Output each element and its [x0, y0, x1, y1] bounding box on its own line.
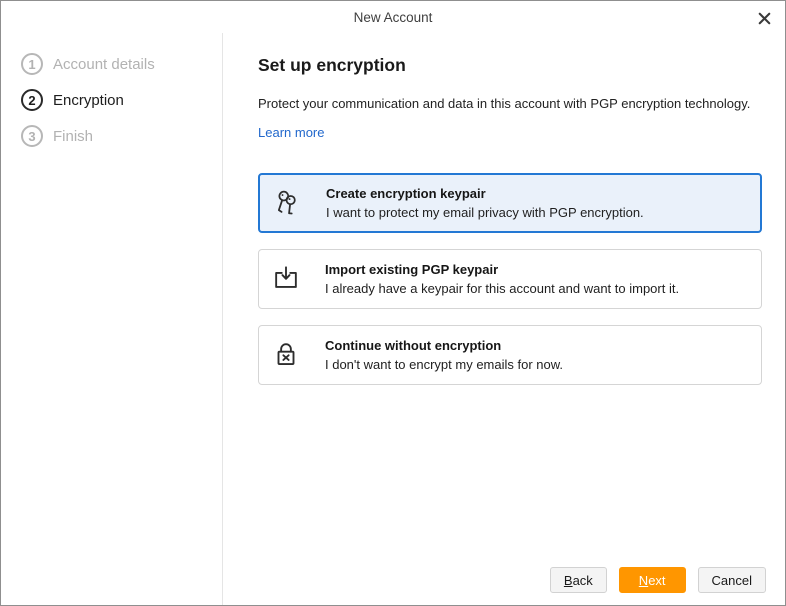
- step-number: 3: [21, 125, 43, 147]
- cancel-button-label: Cancel: [712, 573, 752, 588]
- option-subtitle: I want to protect my email privacy with …: [326, 205, 644, 221]
- step-account-details: 1 Account details: [1, 46, 222, 82]
- main-content: Set up encryption Protect your communica…: [223, 33, 785, 606]
- titlebar: New Account: [1, 1, 785, 33]
- option-title: Create encryption keypair: [326, 186, 644, 202]
- option-text: Create encryption keypair I want to prot…: [326, 186, 644, 221]
- step-number: 1: [21, 53, 43, 75]
- step-number: 2: [21, 89, 43, 111]
- back-button-label: Back: [564, 573, 593, 588]
- option-title: Import existing PGP keypair: [325, 262, 679, 278]
- step-encryption: 2 Encryption: [1, 82, 222, 118]
- option-subtitle: I don't want to encrypt my emails for no…: [325, 357, 563, 373]
- import-icon: [269, 264, 303, 294]
- step-label: Account details: [53, 56, 155, 73]
- footer-buttons: Back Next Cancel: [550, 567, 766, 593]
- page-title: Set up encryption: [258, 54, 762, 76]
- next-button-label: Next: [639, 573, 666, 588]
- close-icon[interactable]: [756, 10, 772, 26]
- option-import-keypair[interactable]: Import existing PGP keypair I already ha…: [258, 249, 762, 309]
- encryption-options: Create encryption keypair I want to prot…: [258, 173, 762, 385]
- step-label: Encryption: [53, 92, 124, 109]
- step-label: Finish: [53, 128, 93, 145]
- new-account-dialog: New Account 1 Account details 2 Encrypti…: [0, 0, 786, 606]
- back-button[interactable]: Back: [550, 567, 607, 593]
- keys-icon: [270, 188, 304, 218]
- step-finish: 3 Finish: [1, 118, 222, 154]
- dialog-body: 1 Account details 2 Encryption 3 Finish …: [1, 33, 785, 606]
- learn-more-link[interactable]: Learn more: [258, 125, 324, 140]
- next-button[interactable]: Next: [619, 567, 686, 593]
- dialog-title: New Account: [354, 10, 433, 25]
- option-subtitle: I already have a keypair for this accoun…: [325, 281, 679, 297]
- option-text: Continue without encryption I don't want…: [325, 338, 563, 373]
- description-text: Protect your communication and data in t…: [258, 96, 762, 112]
- option-no-encryption[interactable]: Continue without encryption I don't want…: [258, 325, 762, 385]
- wizard-steps: 1 Account details 2 Encryption 3 Finish: [1, 33, 223, 606]
- lock-x-icon: [269, 340, 303, 370]
- option-text: Import existing PGP keypair I already ha…: [325, 262, 679, 297]
- option-create-keypair[interactable]: Create encryption keypair I want to prot…: [258, 173, 762, 233]
- cancel-button[interactable]: Cancel: [698, 567, 766, 593]
- option-title: Continue without encryption: [325, 338, 563, 354]
